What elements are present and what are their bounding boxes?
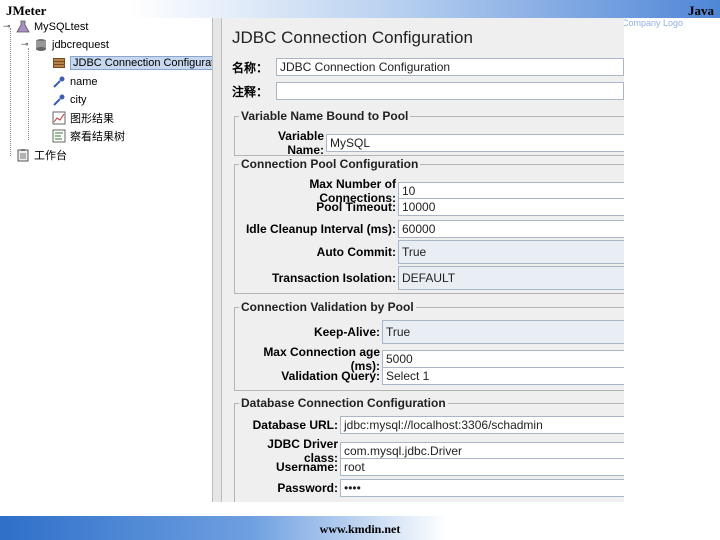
password-field[interactable]: •••• (340, 479, 624, 497)
tree-item-label: 图形结果 (70, 113, 114, 125)
tree-item-graph-results[interactable]: 图形结果 (52, 109, 114, 127)
slide-header: JMeter Java (0, 0, 720, 18)
tree-item-city[interactable]: city (52, 91, 87, 109)
dropper-icon (53, 94, 65, 106)
tree-line (10, 28, 11, 156)
group-legend: Connection Pool Configuration (239, 157, 421, 171)
idle-cleanup-row: Idle Cleanup Interval (ms): 60000 (238, 220, 624, 238)
database-url-label: Database URL: (252, 418, 338, 432)
tree-item-workbench[interactable]: 工作台 (16, 146, 67, 164)
expand-toggle-icon[interactable]: ⊸ (3, 21, 11, 32)
username-field[interactable]: root (340, 458, 624, 476)
database-url-row: Database URL: jdbc:mysql://localhost:330… (238, 416, 624, 434)
company-logo: Company Logo (622, 18, 684, 28)
clipboard-icon (17, 149, 29, 162)
page-title: JDBC Connection Configuration (232, 28, 473, 47)
variable-name-row: Variable Name: MySQL (238, 129, 624, 157)
expand-toggle-icon[interactable]: ⊸ (21, 39, 29, 50)
slide-footer: www.kmdin.net (0, 516, 720, 540)
tree-item-label: jdbcrequest (52, 39, 109, 51)
username-row: Username: root (238, 458, 624, 476)
tree-item-jdbc-config[interactable]: JDBC Connection Configuratio (52, 54, 226, 72)
tree-item-test-plan[interactable]: MySQLtest (16, 18, 88, 36)
password-label: Password: (277, 481, 338, 495)
tree-item-label: JDBC Connection Configuratio (70, 56, 226, 70)
variable-name-field[interactable]: MySQL (326, 134, 624, 152)
thread-group-icon (36, 39, 46, 51)
slide-title-right: Java (688, 3, 714, 18)
group-legend: Connection Validation by Pool (239, 300, 416, 314)
pool-timeout-label: Pool Timeout: (316, 200, 396, 214)
name-field[interactable]: JDBC Connection Configuration (276, 58, 624, 76)
auto-commit-label: Auto Commit: (316, 245, 396, 259)
flask-icon (16, 20, 30, 33)
tree-item-label: name (70, 76, 98, 88)
jdbc-config-icon (53, 58, 65, 68)
slide-title-left: JMeter (6, 3, 47, 18)
keep-alive-select[interactable]: True (382, 320, 624, 344)
keep-alive-label: Keep-Alive: (313, 325, 380, 339)
split-pane-divider[interactable] (212, 18, 222, 502)
name-label: 名称： (232, 60, 269, 75)
validation-query-label: Validation Query: (281, 369, 380, 383)
comment-field[interactable] (276, 82, 624, 100)
group-legend: Database Connection Configuration (239, 396, 448, 410)
variable-name-label: Variable Name: (277, 129, 324, 157)
validation-query-row: Validation Query: Select 1 (238, 367, 624, 385)
footer-url: www.kmdin.net (319, 522, 401, 536)
tree-item-label: city (70, 94, 87, 106)
tree-item-name[interactable]: name (52, 73, 98, 91)
password-row: Password: •••• (238, 479, 624, 497)
results-tree-icon (52, 129, 66, 143)
dropper-icon (53, 76, 65, 88)
tree-item-label: 察看结果树 (70, 131, 125, 143)
transaction-isolation-select[interactable]: DEFAULT (398, 266, 624, 290)
name-row: 名称： JDBC Connection Configuration (232, 58, 624, 76)
tree-item-results-tree[interactable]: 察看结果树 (52, 127, 125, 145)
transaction-isolation-label: Transaction Isolation: (271, 271, 396, 285)
comment-label: 注释： (232, 84, 269, 99)
keep-alive-row: Keep-Alive: True (238, 320, 624, 344)
tree-item-label: MySQLtest (34, 21, 89, 33)
database-url-field[interactable]: jdbc:mysql://localhost:3306/schadmin (340, 416, 624, 434)
idle-cleanup-label: Idle Cleanup Interval (ms): (245, 222, 396, 236)
transaction-isolation-row: Transaction Isolation: DEFAULT (238, 266, 624, 290)
tree-line (28, 48, 29, 140)
max-age-field[interactable]: 5000 (382, 350, 624, 368)
jdbc-config-panel: JDBC Connection Configuration 名称： JDBC C… (222, 18, 624, 502)
tree-item-label: 工作台 (34, 150, 67, 162)
validation-query-field[interactable]: Select 1 (382, 367, 624, 385)
username-label: Username: (275, 460, 338, 474)
idle-cleanup-field[interactable]: 60000 (398, 220, 624, 238)
pool-timeout-field[interactable]: 10000 (398, 198, 624, 216)
comment-row: 注释： (232, 82, 624, 100)
test-plan-tree: ⊸ ⊸ MySQLtest jdbcrequest JDBC Connectio… (0, 18, 226, 500)
auto-commit-select[interactable]: True (398, 240, 624, 264)
tree-item-thread-group[interactable]: jdbcrequest (34, 36, 109, 54)
pool-timeout-row: Pool Timeout: 10000 (238, 198, 624, 216)
auto-commit-row: Auto Commit: True (238, 240, 624, 264)
graph-results-icon (52, 111, 66, 125)
group-legend: Variable Name Bound to Pool (239, 109, 411, 123)
